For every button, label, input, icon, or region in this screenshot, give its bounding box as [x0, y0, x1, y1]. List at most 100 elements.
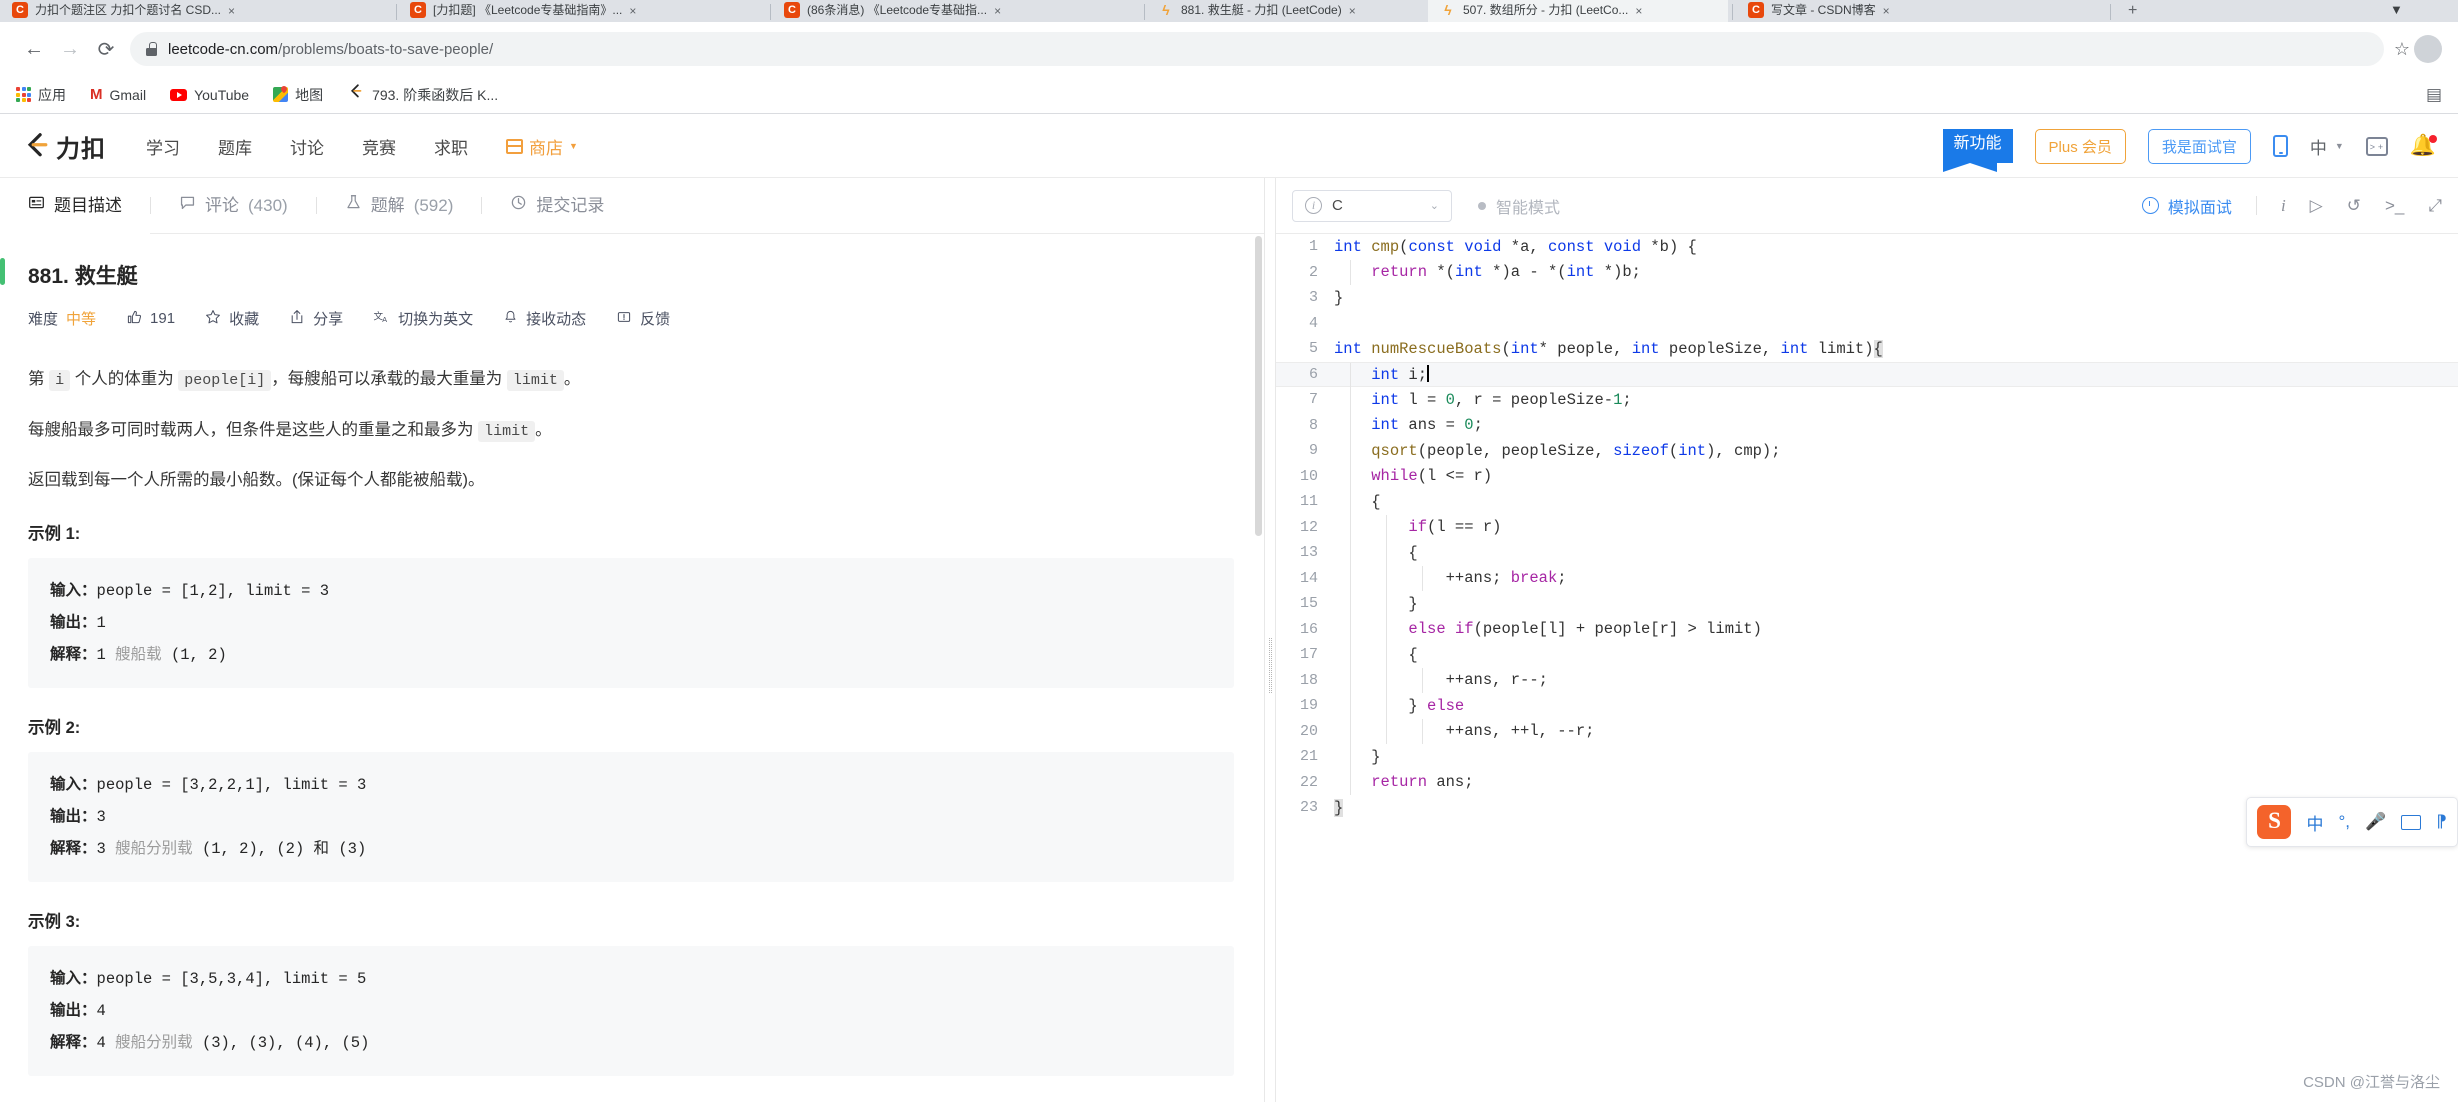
tab-description[interactable]: 题目描述 — [0, 178, 150, 234]
info-icon[interactable]: i — [2281, 196, 2286, 216]
code-line[interactable]: 16 else if(people[l] + people[r] > limit… — [1276, 616, 2458, 642]
code-line[interactable]: 14 ++ans; break; — [1276, 565, 2458, 591]
tab-solutions[interactable]: 题解 (592) — [317, 178, 482, 234]
flag-icon[interactable]: ▷ — [2310, 196, 2323, 216]
interviewer-button[interactable]: 我是面试官 — [2147, 128, 2251, 164]
phone-icon[interactable] — [2272, 135, 2288, 157]
nav-item-contest[interactable]: 竞赛 — [362, 134, 396, 159]
leetcode-logo[interactable]: 力扣 — [22, 129, 106, 164]
favorite-button[interactable]: 收藏 — [205, 308, 259, 329]
close-icon[interactable]: × — [629, 4, 636, 18]
browser-tab[interactable]: C [力扣题] 《Leetcode专基础指南》... × — [398, 0, 768, 22]
new-tab-button[interactable]: + — [2128, 2, 2137, 20]
code-line[interactable]: 21 } — [1276, 744, 2458, 770]
code-line[interactable]: 20 ++ans, ++l, --r; — [1276, 718, 2458, 744]
bell-icon[interactable]: 🔔 — [2410, 134, 2437, 158]
tab-comments[interactable]: 评论 (430) — [151, 178, 316, 234]
code-line[interactable]: 22 return ans; — [1276, 769, 2458, 795]
svg-text:>: > — [2370, 142, 2375, 152]
terminal-icon[interactable]: > + — [2365, 136, 2388, 156]
keyboard-icon[interactable] — [2401, 814, 2422, 830]
reload-button[interactable]: ⟳ — [88, 31, 124, 67]
nav-item-store[interactable]: 商店 ▼ — [506, 134, 578, 159]
back-button[interactable]: ← — [16, 31, 52, 67]
language-selector[interactable]: 中 ▼ — [2310, 134, 2344, 159]
feedback-button[interactable]: 反馈 — [616, 308, 670, 329]
browser-tab[interactable]: C 写文章 - CSDN博客 × — [1736, 0, 2106, 22]
tab-label: 题目描述 — [54, 195, 122, 215]
reset-icon[interactable]: ↺ — [2347, 196, 2361, 216]
switch-language-button[interactable]: 文A 切换为英文 — [373, 308, 474, 329]
code-line[interactable]: 3} — [1276, 285, 2458, 311]
code-line[interactable]: 18 ++ans, r--; — [1276, 667, 2458, 693]
code-line[interactable]: 8 int ans = 0; — [1276, 412, 2458, 438]
like-button[interactable]: 191 — [126, 309, 175, 329]
code-line[interactable]: 12 if(l == r) — [1276, 514, 2458, 540]
code-line[interactable]: 7 int l = 0, r = peopleSize-1; — [1276, 387, 2458, 413]
status-dot — [1478, 201, 1486, 210]
divider — [2255, 196, 2257, 215]
fullscreen-icon[interactable]: ⤢ — [2428, 196, 2442, 216]
code-line[interactable]: 15 } — [1276, 591, 2458, 617]
nav-item-discuss[interactable]: 讨论 — [290, 134, 324, 159]
code-line[interactable]: 5 int numRescueBoats(int* people, int peo… — [1276, 336, 2458, 362]
bookmark-youtube[interactable]: YouTube — [170, 87, 249, 103]
code-line[interactable]: 4 — [1276, 311, 2458, 337]
code-line-current[interactable]: 6 int i; — [1276, 361, 2458, 388]
code-line[interactable]: 10 while(l <= r) — [1276, 463, 2458, 489]
close-icon[interactable]: × — [994, 4, 1001, 18]
mic-icon[interactable]: 🎤 — [2365, 812, 2386, 832]
code-line[interactable]: 19 } else — [1276, 693, 2458, 719]
nav-item-problems[interactable]: 题库 — [218, 134, 252, 159]
pane-splitter[interactable] — [1264, 178, 1276, 1102]
more-icon[interactable]: ⁋ — [2436, 812, 2447, 832]
nav-item-learn[interactable]: 学习 — [146, 134, 180, 159]
browser-toolbar: ← → ⟳ leetcode-cn.com/problems/boats-to-… — [0, 22, 2458, 76]
code-line[interactable]: 11 { — [1276, 489, 2458, 515]
bookmark-leetcode-793[interactable]: 793. 阶乘函数后 K... — [347, 83, 498, 106]
reading-list-icon[interactable]: ▤ — [2426, 85, 2442, 105]
share-button[interactable]: 分享 — [289, 308, 343, 329]
code-line[interactable]: 1 int cmp(const void *a, const void *b) { — [1276, 234, 2458, 260]
smart-mode-toggle[interactable]: 智能模式 — [1478, 194, 1560, 218]
ime-toolbar[interactable]: S 中 °, 🎤 ⁋ — [2246, 797, 2458, 847]
code-line[interactable]: 17 { — [1276, 642, 2458, 668]
bookmark-apps[interactable]: 应用 — [16, 85, 66, 105]
console-icon[interactable]: >_ — [2385, 196, 2404, 216]
bookmark-star-icon[interactable]: ☆ — [2394, 39, 2410, 60]
bookmark-gmail[interactable]: M Gmail — [90, 86, 146, 103]
code-editor[interactable]: 1 int cmp(const void *a, const void *b) {… — [1276, 234, 2458, 1102]
browser-tab[interactable]: C (86条消息) 《Leetcode专基础指... × — [772, 0, 1142, 22]
forward-button[interactable]: → — [52, 31, 88, 67]
code-line[interactable]: 2 return *(int *)a - *(int *)b; — [1276, 259, 2458, 285]
language-label: 中 — [2309, 138, 2327, 158]
new-feature-badge[interactable]: 新功能 — [1942, 128, 2013, 173]
plus-member-button[interactable]: Plus 会员 — [2034, 128, 2126, 164]
address-bar[interactable]: leetcode-cn.com/problems/boats-to-save-p… — [130, 32, 2384, 66]
subscribe-button[interactable]: 接收动态 — [503, 308, 586, 329]
description-paragraph-2: 每艘船最多可同时载两人，但条件是这些人的重量之和最多为 limit。 — [28, 420, 552, 442]
tab-submissions[interactable]: 提交记录 — [482, 178, 632, 234]
code-text: } else — [1334, 696, 1465, 715]
close-icon[interactable]: × — [228, 4, 235, 18]
close-icon[interactable]: × — [1635, 4, 1642, 18]
browser-tab-active[interactable]: ϟ 507. 数组所分 - 力扣 (LeetCo... × — [1428, 0, 1728, 22]
close-icon[interactable]: × — [1349, 4, 1356, 18]
ime-mode-icon[interactable]: 中 — [2306, 810, 2323, 835]
line-number: 4 — [1308, 314, 1318, 332]
language-select[interactable]: i C ⌄ — [1292, 189, 1452, 222]
code-line[interactable]: 13 { — [1276, 540, 2458, 566]
window-controls[interactable]: ▼ — [2390, 2, 2403, 17]
avatar[interactable] — [2414, 35, 2442, 63]
nav-item-jobs[interactable]: 求职 — [434, 134, 468, 159]
code-line[interactable]: 9 qsort(people, peopleSize, sizeof(int),… — [1276, 438, 2458, 464]
browser-tab-strip[interactable]: C 力扣个题注区 力扣个题讨名 CSD... × C [力扣题] 《Leetco… — [0, 0, 2458, 22]
bookmark-maps[interactable]: 地图 — [273, 85, 323, 105]
line-number: 7 — [1308, 391, 1318, 409]
punctuation-icon[interactable]: °, — [2338, 812, 2350, 832]
browser-tab[interactable]: ϟ 881. 救生艇 - 力扣 (LeetCode) × — [1146, 0, 1426, 22]
browser-tab[interactable]: C 力扣个题注区 力扣个题讨名 CSD... × — [0, 0, 395, 22]
scrollbar-thumb[interactable] — [1255, 236, 1262, 536]
mock-interview-button[interactable]: 模拟面试 — [2141, 194, 2232, 218]
close-icon[interactable]: × — [1883, 4, 1890, 18]
